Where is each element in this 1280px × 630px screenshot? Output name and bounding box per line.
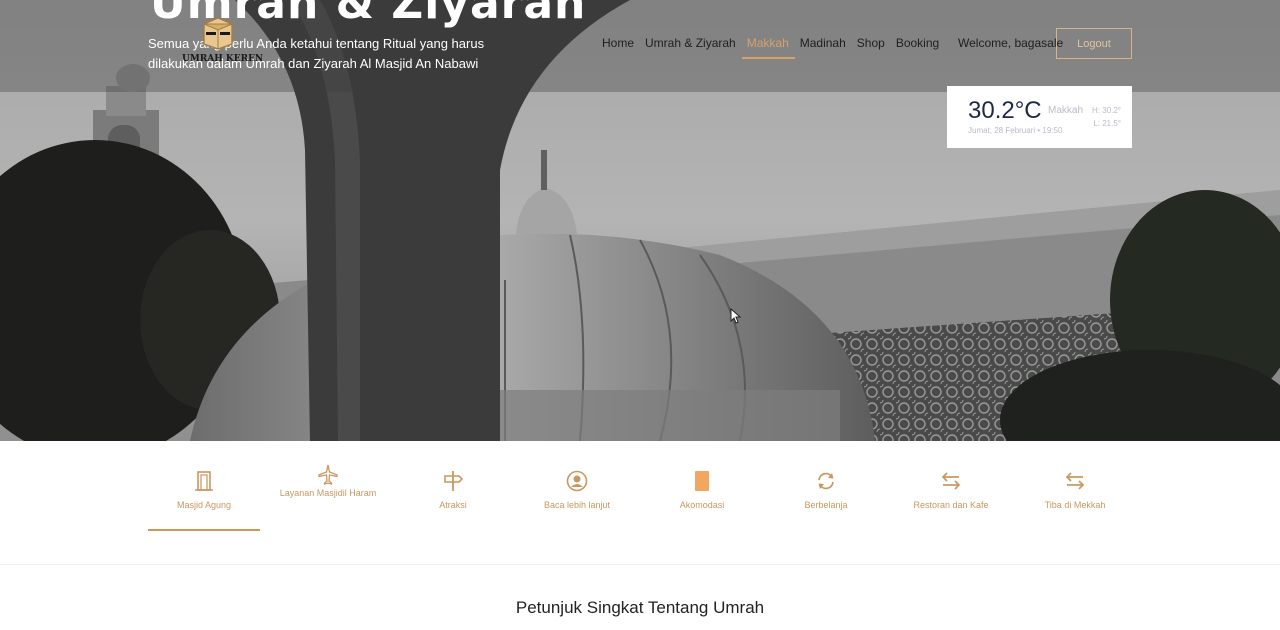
tab-label: Restoran dan Kafe [913,500,989,510]
nav-booking[interactable]: Booking [891,32,945,59]
mouse-cursor-icon [730,308,742,324]
weather-widget: 30.2°C Makkah Jumat, 28 Februari • 19:50… [947,86,1132,148]
tab-label: Atraksi [439,500,467,510]
nav-madinah[interactable]: Madinah [795,32,852,59]
nav-umrah-ziyarah[interactable]: Umrah & Ziyarah [640,32,742,59]
tab-layanan-masjidil-haram[interactable]: Layanan Masjidil Haram [272,464,384,531]
weather-low: L: 21.5° [1093,119,1121,128]
tab-label: Akomodasi [679,500,725,510]
nav-makkah[interactable]: Makkah [741,32,795,59]
signpost-icon [444,471,464,491]
logo-text: UMRAH KEREN [182,54,264,64]
tab-tiba-di-mekkah[interactable]: Tiba di Mekkah [1019,469,1131,531]
airplane-icon [318,464,338,485]
nav-home[interactable]: Home [597,32,640,59]
tab-restoran-dan-kafe[interactable]: Restoran dan Kafe [895,469,1007,531]
nav-shop[interactable]: Shop [852,32,891,59]
tab-label: Tiba di Mekkah [1044,500,1106,510]
hero-banner: Umrah & Ziyarah Semua yang perlu Anda ke… [0,0,1280,441]
tab-label: Masjid Agung [176,500,232,510]
weather-city: Makkah [1048,105,1084,116]
book-icon [695,471,709,491]
kaaba-icon [203,17,233,50]
site-logo[interactable]: UMRAH KEREN [182,16,263,72]
main-navigation: Home Umrah & Ziyarah Makkah Madinah Shop… [597,32,945,59]
tab-baca-lebih-lanjut[interactable]: Baca lebih lanjut [521,469,633,531]
arrows-exchange-icon [941,472,961,490]
weather-date: Jumat, 28 Februari • 19:50 [968,126,1063,135]
tab-atraksi[interactable]: Atraksi [397,469,509,531]
user-circle-icon [566,470,588,492]
door-icon [195,471,213,491]
refresh-icon [818,472,834,490]
tab-berbelanja[interactable]: Berbelanja [770,469,882,531]
tab-label: Berbelanja [804,500,848,510]
tab-label: Layanan Masjidil Haram [279,488,377,498]
tab-akomodasi[interactable]: Akomodasi [646,469,758,531]
welcome-text: Welcome, bagasale [958,36,1064,50]
weather-high: H: 30.2° [1092,106,1121,115]
weather-temperature: 30.2°C [968,97,1042,124]
section-title: Petunjuk Singkat Tentang Umrah [515,598,765,617]
category-tabs: Masjid Agung Layanan Masjidil Haram Atra… [0,441,1280,565]
arrows-exchange-icon [1065,472,1085,490]
tab-masjid-agung[interactable]: Masjid Agung [148,469,260,531]
logout-button[interactable]: Logout [1056,28,1132,59]
tab-label: Baca lebih lanjut [543,500,611,510]
